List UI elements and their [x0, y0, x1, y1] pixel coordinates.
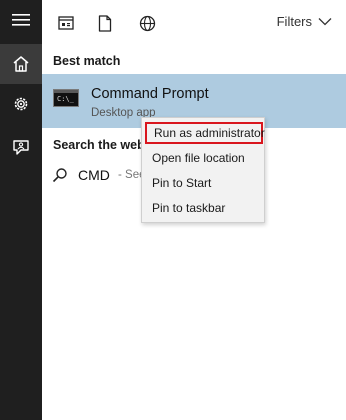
menu-item-pin-to-taskbar[interactable]: Pin to taskbar: [142, 197, 264, 219]
menu-item-open-file-location[interactable]: Open file location: [142, 147, 264, 169]
feedback-button[interactable]: [0, 128, 42, 168]
web-search-query: CMD: [78, 167, 110, 183]
best-match-heading: Best match: [53, 54, 121, 68]
filters-label: Filters: [276, 14, 312, 29]
result-title: Command Prompt: [91, 86, 209, 102]
chevron-down-icon: [318, 18, 332, 26]
apps-view-icon: [58, 16, 74, 30]
hamburger-menu-button[interactable]: [0, 0, 42, 40]
search-top-bar: Filters: [42, 0, 346, 46]
search-icon: [52, 168, 67, 183]
menu-item-run-as-administrator[interactable]: Run as administrator: [145, 122, 265, 144]
home-icon: [13, 56, 29, 72]
filters-dropdown[interactable]: Filters: [277, 14, 332, 29]
settings-gear-icon: [14, 97, 28, 111]
document-icon: [98, 14, 112, 32]
menu-item-pin-to-start[interactable]: Pin to Start: [142, 172, 264, 194]
search-web-heading: Search the web: [53, 138, 145, 152]
hamburger-menu-icon: [12, 14, 30, 26]
web-filter-button[interactable]: [136, 12, 158, 34]
context-menu: Run as administrator Open file location …: [141, 117, 265, 223]
settings-button[interactable]: [0, 84, 42, 124]
command-prompt-icon: C:\_: [53, 89, 79, 107]
feedback-person-icon: [13, 140, 29, 155]
documents-filter-button[interactable]: [94, 12, 116, 34]
start-menu-rail: [0, 0, 42, 420]
apps-filter-button[interactable]: [55, 12, 77, 34]
home-button[interactable]: [0, 44, 42, 84]
web-globe-icon: [139, 15, 155, 31]
